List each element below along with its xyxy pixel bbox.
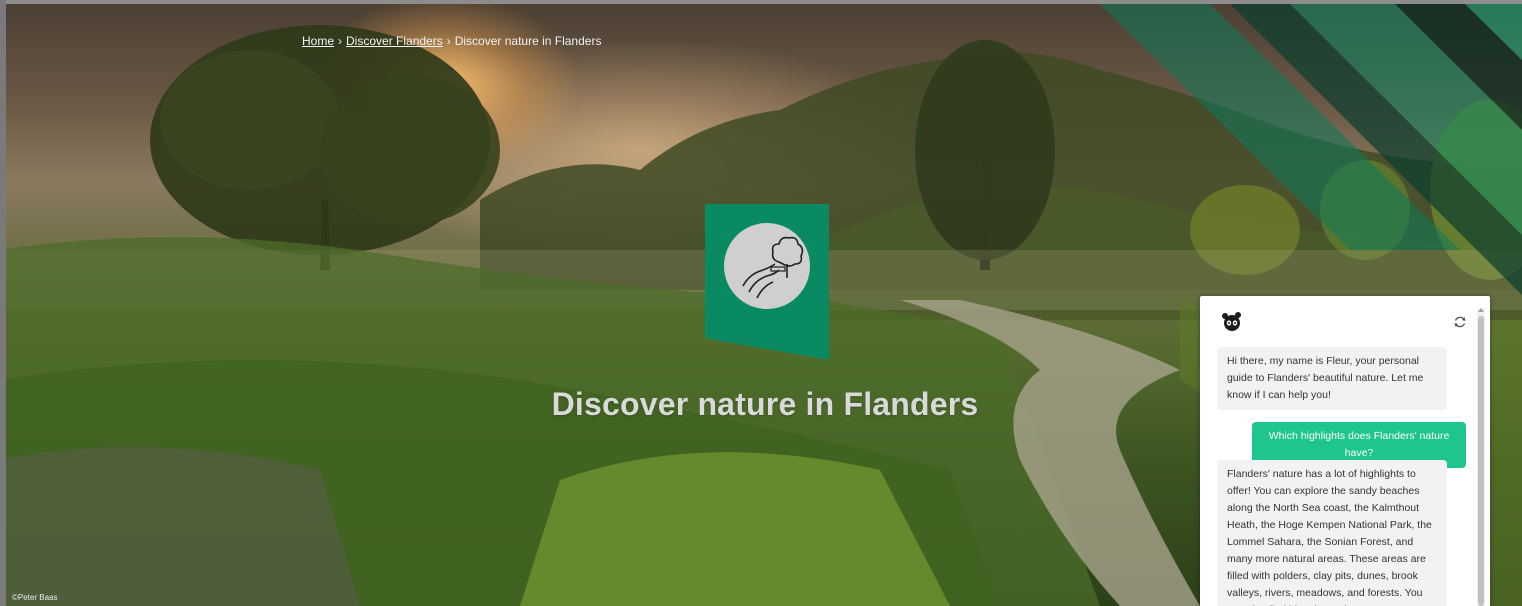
tree-path-icon (705, 204, 829, 360)
category-badge (705, 204, 829, 360)
breadcrumb-separator: › (338, 34, 343, 48)
page-title: Discover nature in Flanders (551, 386, 979, 422)
breadcrumb-separator: › (446, 34, 451, 48)
panda-avatar-icon (1222, 312, 1241, 331)
photo-credit: ©Peter Baas (12, 593, 58, 602)
refresh-icon[interactable] (1453, 315, 1467, 329)
bot-message: Hi there, my name is Fleur, your persona… (1217, 347, 1447, 410)
window-left-border (0, 0, 6, 606)
chatbot-panel: Hi there, my name is Fleur, your persona… (1200, 296, 1490, 606)
scroll-up-arrow-icon[interactable] (1478, 308, 1484, 312)
scrollbar-thumb[interactable] (1478, 316, 1484, 606)
chatbot-header (1200, 296, 1490, 344)
breadcrumb-discover-flanders-link[interactable]: Discover Flanders (346, 34, 443, 48)
bot-message: Flanders' nature has a lot of highlights… (1217, 460, 1447, 606)
breadcrumb-home-link[interactable]: Home (302, 34, 334, 48)
window-top-border (0, 0, 1522, 4)
breadcrumb-current: Discover nature in Flanders (454, 34, 602, 48)
chat-scrollbar[interactable] (1477, 308, 1485, 606)
breadcrumb: Home › Discover Flanders › Discover nature i… (302, 34, 601, 48)
